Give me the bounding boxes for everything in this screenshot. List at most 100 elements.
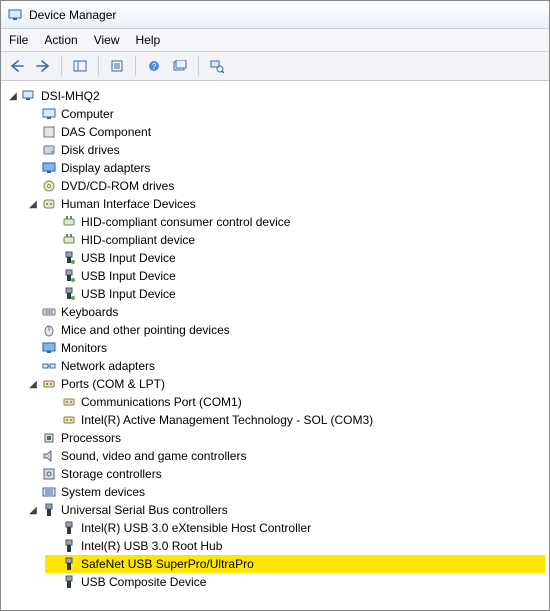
generic-icon (41, 124, 57, 140)
device-node-monitors[interactable]: Monitors (25, 339, 545, 357)
hid-leaf-icon (61, 232, 77, 248)
menubar: File Action View Help (1, 29, 549, 52)
expander-icon[interactable]: ◢ (27, 504, 39, 516)
device-node-usb-input-device[interactable]: USB Input Device (45, 249, 545, 267)
svg-text:?: ? (152, 62, 157, 71)
hid-leaf-icon (61, 214, 77, 230)
help-button[interactable]: ? (142, 55, 166, 77)
disk-icon (41, 142, 57, 158)
node-label: Intel(R) USB 3.0 Root Hub (81, 539, 222, 553)
device-tree-pane[interactable]: ◢ DSI-MHQ2 Computer DAS Component Disk drive… (1, 81, 549, 610)
forward-button[interactable] (31, 55, 55, 77)
port-icon (41, 376, 57, 392)
device-node-usb-input-device[interactable]: USB Input Device (45, 267, 545, 285)
toolbar: ? (1, 52, 549, 81)
keyboard-icon (41, 304, 57, 320)
node-label: DSI-MHQ2 (41, 89, 100, 103)
device-node-disk-drives[interactable]: Disk drives (25, 141, 545, 159)
node-label: HID-compliant device (81, 233, 195, 247)
device-node-human-interface-devices[interactable]: ◢Human Interface Devices (25, 195, 545, 213)
toolbar-separator (61, 56, 62, 76)
device-node-processors[interactable]: Processors (25, 429, 545, 447)
usb-plug-icon (61, 520, 77, 536)
show-hide-console-tree-button[interactable] (68, 55, 92, 77)
mouse-icon (41, 322, 57, 338)
device-node-keyboards[interactable]: Keyboards (25, 303, 545, 321)
device-node-intel-r-usb-3-0-root-hub[interactable]: Intel(R) USB 3.0 Root Hub (45, 537, 545, 555)
menu-view[interactable]: View (94, 33, 120, 47)
device-node-universal-serial-bus-controllers[interactable]: ◢ Universal Serial Bus controllers (25, 501, 545, 519)
storage-icon (41, 466, 57, 482)
node-label: Network adapters (61, 359, 155, 373)
app-icon (7, 7, 23, 23)
device-node-intel-r-usb-3-0-extensible-host-controll[interactable]: Intel(R) USB 3.0 eXtensible Host Control… (45, 519, 545, 537)
node-label: DAS Component (61, 125, 151, 139)
node-label: Monitors (61, 341, 107, 355)
node-label: Universal Serial Bus controllers (61, 503, 228, 517)
device-node-hid-compliant-consumer-control-device[interactable]: HID-compliant consumer control device (45, 213, 545, 231)
node-label: USB Input Device (81, 251, 176, 265)
node-label: Sound, video and game controllers (61, 449, 246, 463)
cd-icon (41, 178, 57, 194)
toolbar-separator (135, 56, 136, 76)
usb-icon (41, 502, 57, 518)
device-node-sound-video-and-game-controllers[interactable]: Sound, video and game controllers (25, 447, 545, 465)
device-node-dvd-cd-rom-drives[interactable]: DVD/CD-ROM drives (25, 177, 545, 195)
device-node-hid-compliant-device[interactable]: HID-compliant device (45, 231, 545, 249)
device-node-das-component[interactable]: DAS Component (25, 123, 545, 141)
usb-plug-icon (61, 538, 77, 554)
device-node-safenet-usb-superpro-ultrapro[interactable]: SafeNet USB SuperPro/UltraPro (45, 555, 545, 573)
sound-icon (41, 448, 57, 464)
node-label: Computer (61, 107, 114, 121)
back-button[interactable] (5, 55, 29, 77)
node-label: USB Input Device (81, 269, 176, 283)
device-node-display-adapters[interactable]: Display adapters (25, 159, 545, 177)
display-icon (41, 160, 57, 176)
node-label: SafeNet USB SuperPro/UltraPro (81, 557, 254, 571)
node-label: System devices (61, 485, 145, 499)
root-node-dsi-mhq2[interactable]: ◢ DSI-MHQ2 (5, 87, 545, 105)
titlebar: Device Manager (1, 1, 549, 29)
monitor-icon (41, 340, 57, 356)
usb-leaf-icon (61, 286, 77, 302)
cpu-icon (41, 430, 57, 446)
node-label: DVD/CD-ROM drives (61, 179, 174, 193)
node-label: USB Composite Device (81, 575, 206, 589)
menu-help[interactable]: Help (136, 33, 161, 47)
node-label: Intel(R) Active Management Technology - … (81, 413, 373, 427)
device-node-mice-and-other-pointing-devices[interactable]: Mice and other pointing devices (25, 321, 545, 339)
node-label: Ports (COM & LPT) (61, 377, 165, 391)
network-icon (41, 358, 57, 374)
scan-hardware-button[interactable] (205, 55, 229, 77)
node-label: USB Input Device (81, 287, 176, 301)
node-label: Intel(R) USB 3.0 eXtensible Host Control… (81, 521, 311, 535)
expander-icon[interactable]: ◢ (27, 378, 39, 390)
node-label: HID-compliant consumer control device (81, 215, 290, 229)
expander-icon[interactable]: ◢ (27, 198, 39, 210)
device-node-communications-port-com1[interactable]: Communications Port (COM1) (45, 393, 545, 411)
device-node-ports-com-lpt[interactable]: ◢ Ports (COM & LPT) (25, 375, 545, 393)
device-node-intel-r-active-management-technology-sol[interactable]: Intel(R) Active Management Technology - … (45, 411, 545, 429)
node-label: Keyboards (61, 305, 118, 319)
device-node-system-devices[interactable]: System devices (25, 483, 545, 501)
window-title: Device Manager (29, 8, 116, 22)
device-node-computer[interactable]: Computer (25, 105, 545, 123)
node-label: Storage controllers (61, 467, 162, 481)
node-label: Disk drives (61, 143, 120, 157)
device-node-usb-input-device[interactable]: USB Input Device (45, 285, 545, 303)
usb-leaf-icon (61, 250, 77, 266)
device-node-usb-composite-device[interactable]: USB Composite Device (45, 573, 545, 591)
node-label: Communications Port (COM1) (81, 395, 242, 409)
device-node-network-adapters[interactable]: Network adapters (25, 357, 545, 375)
hid-icon (41, 196, 57, 212)
device-node-storage-controllers[interactable]: Storage controllers (25, 465, 545, 483)
toolbar-separator (98, 56, 99, 76)
system-icon (41, 484, 57, 500)
expander-icon[interactable]: ◢ (7, 90, 19, 102)
menu-file[interactable]: File (9, 33, 28, 47)
usb-plug-icon (61, 556, 77, 572)
action-button[interactable] (168, 55, 192, 77)
computer-icon (41, 106, 57, 122)
menu-action[interactable]: Action (44, 33, 77, 47)
properties-button[interactable] (105, 55, 129, 77)
